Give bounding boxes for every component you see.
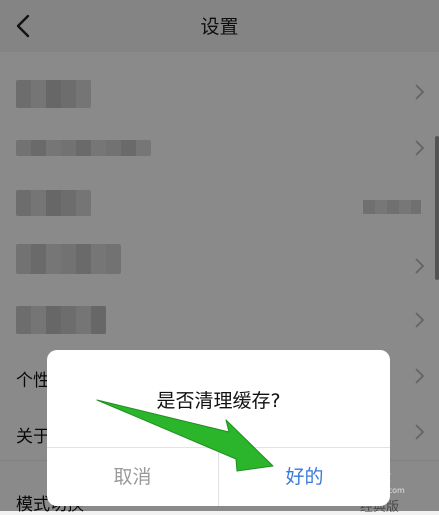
watermark-url: jingyan.baidu.com: [331, 486, 405, 495]
watermark: 经验 jingyan.baidu.com: [321, 458, 411, 498]
dialog-message: 是否清理缓存?: [156, 390, 281, 412]
watermark-text: 经验: [363, 469, 391, 485]
cancel-button[interactable]: 取消: [47, 448, 218, 506]
paw-logo-icon: [326, 458, 354, 483]
